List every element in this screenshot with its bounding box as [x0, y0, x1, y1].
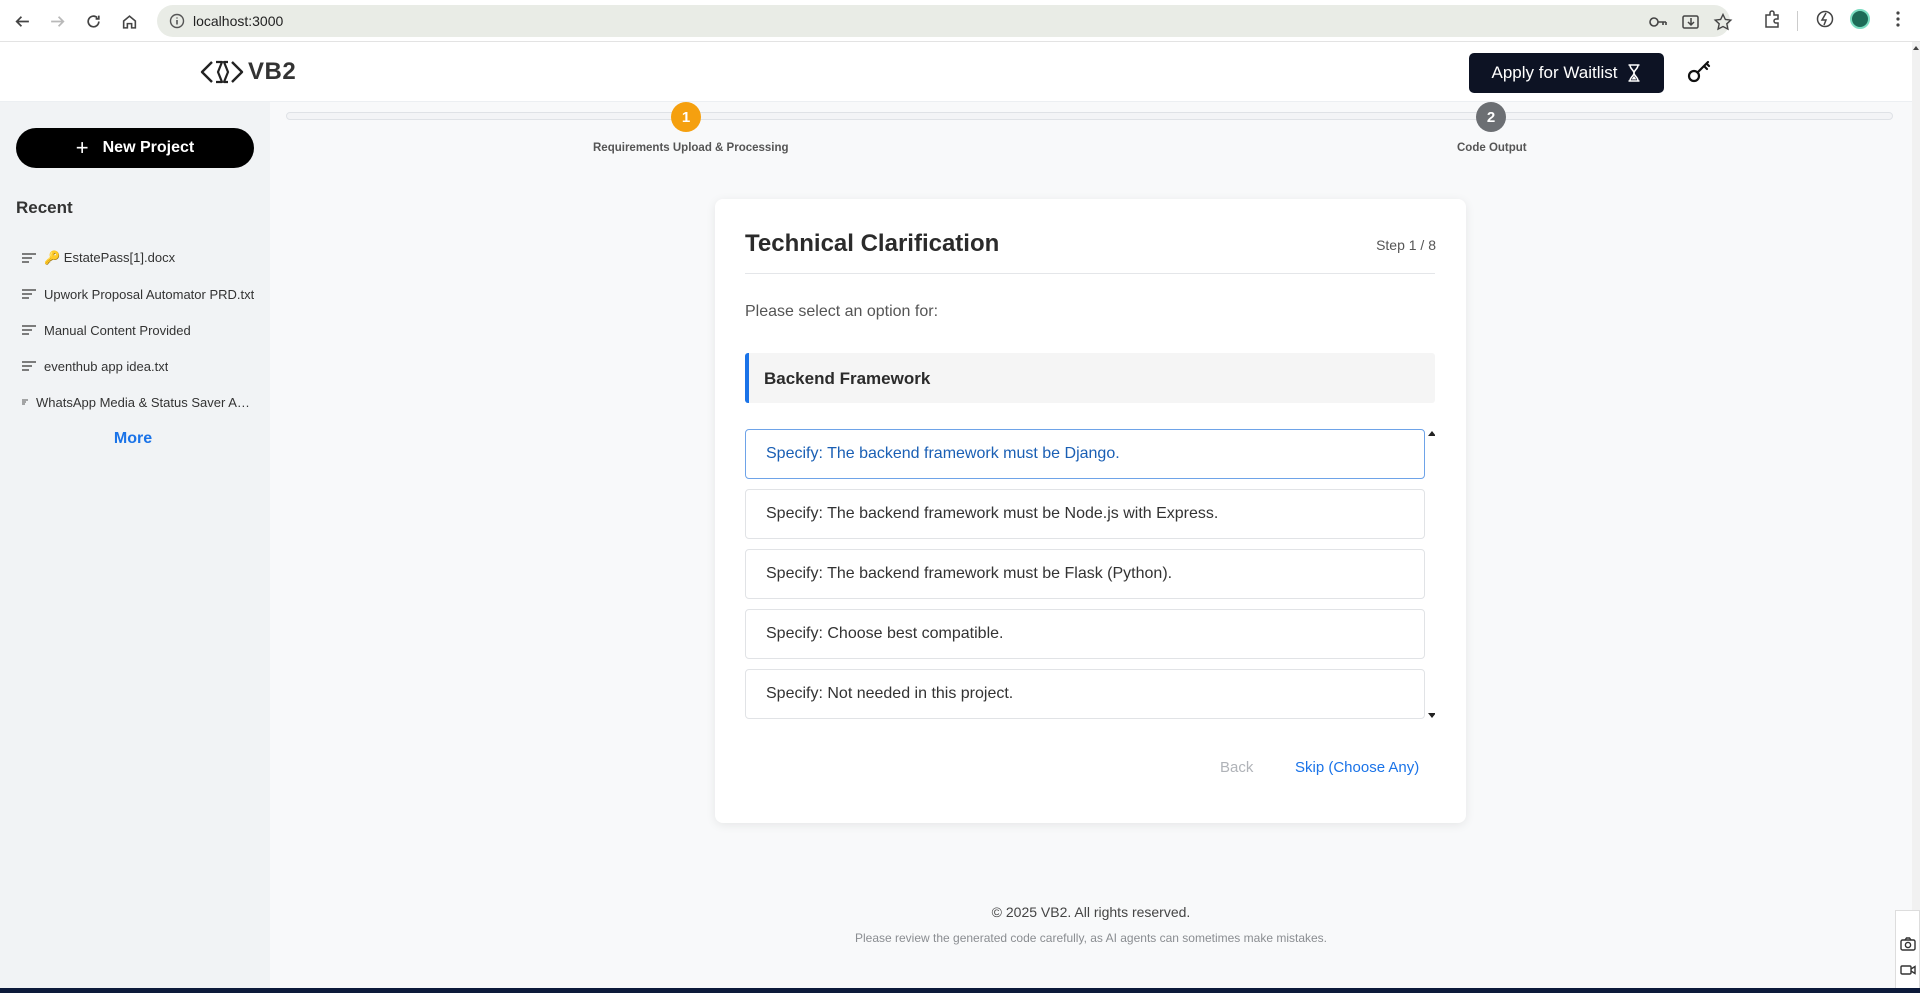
- apply-waitlist-button[interactable]: Apply for Waitlist: [1469, 53, 1664, 93]
- back-arrow-icon[interactable]: [9, 8, 35, 34]
- code-brackets-icon: [200, 60, 244, 84]
- video-camera-icon[interactable]: [1900, 963, 1916, 977]
- address-bar[interactable]: localhost:3000: [157, 5, 1733, 37]
- extensions-icon[interactable]: [1762, 9, 1782, 29]
- capture-toolbar: [1895, 910, 1920, 993]
- recent-item[interactable]: 🔑 EstatePass[1].docx: [0, 240, 270, 276]
- recent-item-label: WhatsApp Media & Status Saver App: [36, 394, 251, 410]
- option-node-express[interactable]: Specify: The backend framework must be N…: [745, 489, 1425, 539]
- url-text: localhost:3000: [193, 13, 284, 29]
- toolbar-separator: [1797, 11, 1798, 31]
- topic-box: Backend Framework: [745, 353, 1435, 403]
- recent-item[interactable]: Manual Content Provided: [0, 312, 270, 348]
- sidebar: + New Project Recent 🔑 EstatePass[1].doc…: [0, 102, 270, 988]
- profile-avatar[interactable]: [1850, 9, 1870, 29]
- logo-text: VB2: [248, 58, 297, 85]
- app-logo[interactable]: VB2: [200, 58, 296, 86]
- scroll-up-arrow-icon[interactable]: [1428, 431, 1435, 436]
- step-1-label: Requirements Upload & Processing: [593, 142, 789, 154]
- options-list[interactable]: Specify: The backend framework must be D…: [745, 429, 1435, 721]
- card-divider: [745, 273, 1435, 274]
- skip-button[interactable]: Skip (Choose Any): [1295, 759, 1419, 776]
- footer-copyright: © 2025 VB2. All rights reserved.: [991, 904, 1191, 920]
- forward-arrow-icon[interactable]: [44, 8, 70, 34]
- bottom-taskbar-edge: [0, 988, 1920, 993]
- clarification-card: Technical Clarification Step 1 / 8 Pleas…: [715, 199, 1466, 823]
- text-lines-icon: [22, 289, 36, 299]
- bookmark-star-icon[interactable]: [1713, 13, 1733, 31]
- recent-item[interactable]: Upwork Proposal Automator PRD.txt: [0, 276, 270, 312]
- camera-icon[interactable]: [1900, 937, 1916, 951]
- recent-projects-list: 🔑 EstatePass[1].docx Upwork Proposal Aut…: [0, 240, 270, 420]
- app-header: VB2 Apply for Waitlist: [0, 42, 1912, 102]
- step-1-indicator: 1: [671, 102, 701, 132]
- text-lines-icon: [22, 325, 36, 335]
- scroll-down-arrow-icon[interactable]: [1428, 713, 1435, 718]
- option-not-needed[interactable]: Specify: Not needed in this project.: [745, 669, 1425, 719]
- more-menu-icon[interactable]: [1888, 9, 1908, 29]
- reload-icon[interactable]: [80, 8, 106, 34]
- prompt-text: Please select an option for:: [745, 303, 939, 320]
- performance-icon[interactable]: [1815, 9, 1835, 29]
- recent-item-label: 🔑 EstatePass[1].docx: [44, 250, 176, 265]
- option-best-compatible[interactable]: Specify: Choose best compatible.: [745, 609, 1425, 659]
- option-django[interactable]: Specify: The backend framework must be D…: [745, 429, 1425, 479]
- recent-item[interactable]: eventhub app idea.txt: [0, 348, 270, 384]
- scrollbar-up-arrow-icon[interactable]: [1913, 46, 1919, 50]
- new-project-label: New Project: [102, 139, 195, 156]
- home-icon[interactable]: [116, 8, 142, 34]
- waitlist-button-label: Apply for Waitlist: [1491, 63, 1618, 82]
- topic-title: Backend Framework: [764, 369, 931, 388]
- api-key-icon[interactable]: [1686, 58, 1712, 86]
- text-lines-icon: [22, 361, 36, 371]
- recent-item[interactable]: WhatsApp Media & Status Saver App: [0, 384, 270, 420]
- new-project-button[interactable]: + New Project: [16, 128, 254, 168]
- plus-icon: +: [75, 135, 89, 160]
- page-scrollbar[interactable]: [1912, 42, 1920, 988]
- more-projects-link[interactable]: More: [0, 430, 266, 448]
- install-app-icon[interactable]: [1681, 13, 1701, 31]
- text-lines-icon: [22, 399, 28, 405]
- step-2-indicator: 2: [1476, 102, 1506, 132]
- recent-item-label: Manual Content Provided: [44, 322, 191, 338]
- recent-item-label: Upwork Proposal Automator PRD.txt: [44, 286, 255, 302]
- option-flask[interactable]: Specify: The backend framework must be F…: [745, 549, 1425, 599]
- main-content: 1 2 Requirements Upload & Processing Cod…: [270, 102, 1912, 988]
- step-counter: Step 1 / 8: [1376, 237, 1436, 253]
- recent-heading: Recent: [16, 198, 73, 217]
- back-button[interactable]: Back: [1220, 759, 1253, 776]
- step-2-label: Code Output: [1457, 142, 1527, 154]
- stepper-track: [286, 112, 1893, 120]
- card-title: Technical Clarification: [745, 230, 1000, 257]
- site-info-icon[interactable]: [169, 13, 185, 29]
- recent-item-label: eventhub app idea.txt: [44, 358, 169, 374]
- text-lines-icon: [22, 253, 36, 263]
- browser-toolbar: localhost:3000: [0, 0, 1920, 42]
- password-key-icon[interactable]: [1648, 13, 1668, 31]
- footer-disclaimer: Please review the generated code careful…: [854, 931, 1327, 945]
- hourglass-icon: [1628, 64, 1640, 82]
